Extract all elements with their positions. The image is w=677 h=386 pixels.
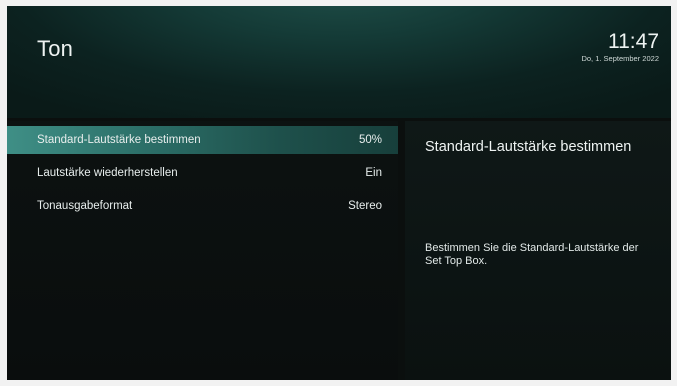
menu-item-value: Stereo [348, 200, 382, 212]
clock-time: 11:47 [608, 30, 659, 53]
tv-screen: Ton 11:47 Do, 1. September 2022 Standard… [7, 6, 671, 380]
header: Ton 11:47 Do, 1. September 2022 [7, 6, 671, 118]
menu-item-label: Tonausgabeformat [37, 200, 133, 212]
settings-menu: Standard-Lautstärke bestimmen 50% Lautst… [7, 121, 398, 380]
menu-item-label: Lautstärke wiederherstellen [37, 167, 178, 179]
menu-item-audio-format[interactable]: Tonausgabeformat Stereo [7, 192, 398, 220]
menu-item-value: 50% [358, 134, 382, 146]
menu-item-value: Ein [365, 167, 382, 179]
clock-date: Do, 1. September 2022 [581, 54, 659, 63]
page-title: Ton [37, 36, 74, 61]
menu-item-standard-volume[interactable]: Standard-Lautstärke bestimmen 50% [7, 126, 398, 154]
detail-description: Bestimmen Sie die Standard-Lautstärke de… [425, 242, 639, 267]
menu-item-restore-volume[interactable]: Lautstärke wiederherstellen Ein [7, 159, 398, 187]
detail-panel: Standard-Lautstärke bestimmen Bestimmen … [405, 121, 671, 380]
detail-title: Standard-Lautstärke bestimmen [425, 139, 632, 155]
menu-item-label: Standard-Lautstärke bestimmen [37, 134, 201, 146]
